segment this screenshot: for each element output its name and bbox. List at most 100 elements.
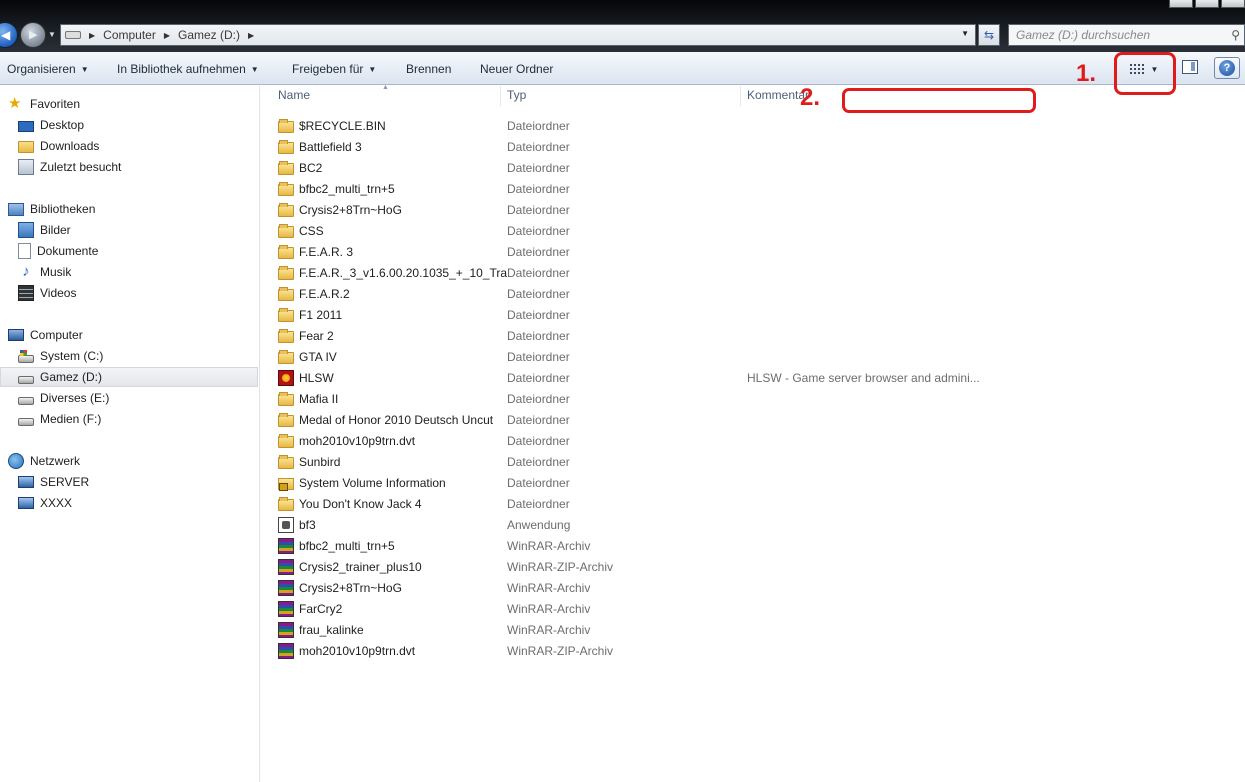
file-row[interactable]: F.E.A.R.2 Dateiordner [278, 284, 978, 304]
file-name[interactable]: HLSW [299, 371, 507, 385]
file-name[interactable]: moh2010v10p9trn.dvt [299, 644, 507, 658]
file-name[interactable]: CSS [299, 224, 507, 238]
file-row[interactable]: Mafia II Dateiordner [278, 389, 978, 409]
file-row[interactable]: System Volume Information Dateiordner [278, 473, 978, 493]
close-button[interactable] [1221, 0, 1245, 8]
nav-item-drive-f[interactable]: Medien (F:) [18, 409, 101, 429]
nav-computer[interactable]: Computer [8, 325, 83, 345]
nav-item-desktop[interactable]: Desktop [18, 115, 84, 135]
file-name[interactable]: Crysis2+8Trn~HoG [299, 203, 507, 217]
file-row[interactable]: FarCry2 WinRAR-Archiv [278, 599, 978, 619]
nav-item-drive-c[interactable]: System (C:) [18, 346, 103, 366]
file-name[interactable]: moh2010v10p9trn.dvt [299, 434, 507, 448]
nav-network[interactable]: Netzwerk [8, 451, 80, 471]
file-name[interactable]: F.E.A.R._3_v1.6.00.20.1035_+_10_Tra... [299, 266, 507, 280]
column-header-type[interactable]: Typ [507, 88, 526, 108]
file-name[interactable]: bf3 [299, 518, 507, 532]
column-divider[interactable] [500, 86, 501, 106]
forward-button[interactable] [20, 22, 46, 48]
file-name[interactable]: BC2 [299, 161, 507, 175]
breadcrumb-separator-icon[interactable]: ▶ [248, 31, 254, 40]
file-row[interactable]: Crysis2+8Trn~HoG WinRAR-Archiv [278, 578, 978, 598]
file-row[interactable]: moh2010v10p9trn.dvt WinRAR-ZIP-Archiv [278, 641, 978, 661]
help-button[interactable]: ? [1214, 57, 1240, 79]
file-row[interactable]: GTA IV Dateiordner [278, 347, 978, 367]
file-name[interactable]: You Don't Know Jack 4 [299, 497, 507, 511]
file-row[interactable]: $RECYCLE.BIN Dateiordner [278, 116, 978, 136]
file-name[interactable]: frau_kalinke [299, 623, 507, 637]
file-name[interactable]: bfbc2_multi_trn+5 [299, 539, 507, 553]
refresh-button[interactable]: ⇆ [978, 24, 1000, 46]
nav-label: Computer [30, 328, 83, 342]
organize-menu[interactable]: Organisieren ▼ [7, 62, 89, 76]
new-folder-button[interactable]: Neuer Ordner [480, 62, 553, 76]
file-name[interactable]: GTA IV [299, 350, 507, 364]
add-to-library-menu[interactable]: In Bibliothek aufnehmen ▼ [117, 62, 259, 76]
breadcrumb-separator-icon[interactable]: ▶ [89, 31, 95, 40]
breadcrumb-computer[interactable]: Computer [103, 28, 156, 42]
nav-item-recent[interactable]: Zuletzt besucht [18, 157, 121, 177]
file-row[interactable]: bfbc2_multi_trn+5 WinRAR-Archiv [278, 536, 978, 556]
file-name[interactable]: F1 2011 [299, 308, 507, 322]
nav-item-music[interactable]: ♪ Musik [18, 262, 71, 282]
file-row[interactable]: Fear 2 Dateiordner [278, 326, 978, 346]
nav-item-pictures[interactable]: Bilder [18, 220, 71, 240]
minimize-button[interactable] [1169, 0, 1193, 8]
search-icon[interactable]: ⚲ [1231, 28, 1240, 42]
file-name[interactable]: Crysis2+8Trn~HoG [299, 581, 507, 595]
file-row[interactable]: Crysis2_trainer_plus10 WinRAR-ZIP-Archiv [278, 557, 978, 577]
file-name[interactable]: Battlefield 3 [299, 140, 507, 154]
file-row[interactable]: BC2 Dateiordner [278, 158, 978, 178]
preview-pane-icon[interactable] [1182, 60, 1198, 74]
maximize-button[interactable] [1195, 0, 1219, 8]
file-name[interactable]: Fear 2 [299, 329, 507, 343]
file-type: Dateiordner [507, 476, 570, 490]
nav-libraries[interactable]: Bibliotheken [8, 199, 95, 219]
burn-button[interactable]: Brennen [406, 62, 451, 76]
file-type: WinRAR-Archiv [507, 623, 591, 637]
file-row[interactable]: CSS Dateiordner [278, 221, 978, 241]
column-divider[interactable] [740, 86, 741, 106]
file-row[interactable]: frau_kalinke WinRAR-Archiv [278, 620, 978, 640]
file-name[interactable]: FarCry2 [299, 602, 507, 616]
file-row[interactable]: bf3 Anwendung [278, 515, 978, 535]
breadcrumb-drive[interactable]: Gamez (D:) [178, 28, 240, 42]
file-name[interactable]: Mafia II [299, 392, 507, 406]
search-input[interactable] [1016, 28, 1216, 42]
column-header-name[interactable]: Name [278, 88, 310, 108]
nav-item-downloads[interactable]: Downloads [18, 136, 99, 156]
file-row[interactable]: Crysis2+8Trn~HoG Dateiordner [278, 200, 978, 220]
file-name[interactable]: Crysis2_trainer_plus10 [299, 560, 507, 574]
file-row[interactable]: bfbc2_multi_trn+5 Dateiordner [278, 179, 978, 199]
file-row[interactable]: Medal of Honor 2010 Deutsch Uncut Dateior… [278, 410, 978, 430]
share-with-menu[interactable]: Freigeben für ▼ [292, 62, 376, 76]
file-name[interactable]: System Volume Information [299, 476, 507, 490]
file-row[interactable]: Sunbird Dateiordner [278, 452, 978, 472]
file-row[interactable]: You Don't Know Jack 4 Dateiordner [278, 494, 978, 514]
nav-item-drive-d[interactable]: Gamez (D:) [0, 367, 258, 387]
file-name[interactable]: F.E.A.R.2 [299, 287, 507, 301]
add-to-library-label: In Bibliothek aufnehmen [117, 62, 246, 76]
nav-item-documents[interactable]: Dokumente [18, 241, 98, 261]
file-name[interactable]: F.E.A.R. 3 [299, 245, 507, 259]
file-name[interactable]: Medal of Honor 2010 Deutsch Uncut [299, 413, 507, 427]
search-box[interactable]: ⚲ [1008, 24, 1245, 46]
nav-item-xxxx[interactable]: XXXX [18, 493, 72, 513]
file-row[interactable]: F.E.A.R. 3 Dateiordner [278, 242, 978, 262]
file-row[interactable]: Battlefield 3 Dateiordner [278, 137, 978, 157]
file-name[interactable]: bfbc2_multi_trn+5 [299, 182, 507, 196]
recent-pages-dropdown-icon[interactable]: ▼ [48, 30, 56, 39]
nav-item-server[interactable]: SERVER [18, 472, 89, 492]
file-name[interactable]: $RECYCLE.BIN [299, 119, 507, 133]
nav-item-videos[interactable]: Videos [18, 283, 76, 303]
file-name[interactable]: Sunbird [299, 455, 507, 469]
address-bar[interactable]: ▶ Computer ▶ Gamez (D:) ▶ ▼ [60, 24, 976, 46]
file-row[interactable]: F1 2011 Dateiordner [278, 305, 978, 325]
breadcrumb-separator-icon[interactable]: ▶ [164, 31, 170, 40]
nav-favorites[interactable]: ★ Favoriten [8, 94, 80, 114]
file-row[interactable]: F.E.A.R._3_v1.6.00.20.1035_+_10_Tra... Da… [278, 263, 978, 283]
address-history-dropdown-icon[interactable]: ▼ [961, 29, 969, 38]
file-row[interactable]: moh2010v10p9trn.dvt Dateiordner [278, 431, 978, 451]
file-row[interactable]: HLSW Dateiordner HLSW - Game server browse… [278, 368, 980, 388]
nav-item-drive-e[interactable]: Diverses (E:) [18, 388, 109, 408]
